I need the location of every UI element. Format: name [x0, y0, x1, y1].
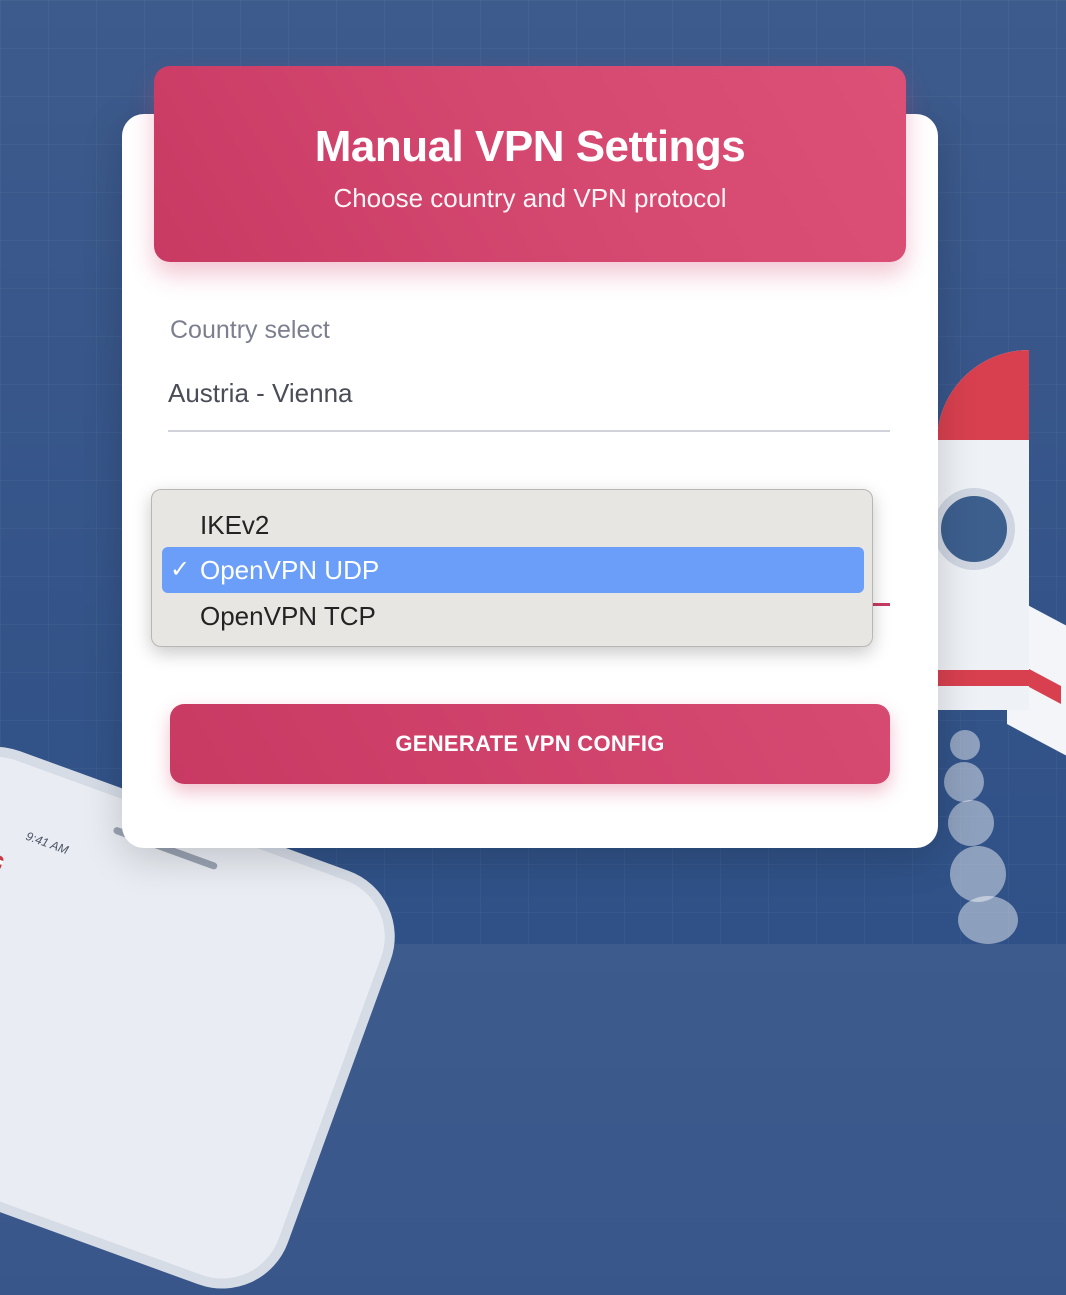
country-select-label: Country select [170, 316, 330, 344]
rocket-nose [937, 350, 1029, 440]
phone-time: 9:41 AM [23, 828, 71, 858]
smoke-puff [944, 762, 984, 802]
page-title: Manual VPN Settings [314, 122, 746, 171]
rocket-illustration [937, 350, 1066, 756]
checkmark-icon: ✓ [170, 556, 191, 583]
page-subtitle: Choose country and VPN protocol [333, 183, 727, 213]
option-label: OpenVPN TCP [200, 601, 376, 631]
us-flag-icon [0, 842, 5, 884]
country-select[interactable]: Austria - Vienna [168, 378, 353, 409]
smoke-puff [950, 846, 1006, 902]
protocol-option-openvpn-tcp[interactable]: OpenVPN TCP [162, 593, 864, 639]
rocket-body [937, 350, 1029, 710]
smoke-puff [948, 800, 994, 846]
protocol-dropdown: IKEv2 ✓ OpenVPN UDP OpenVPN TCP [151, 489, 873, 647]
protocol-option-ikev2[interactable]: IKEv2 [162, 502, 864, 548]
option-label: OpenVPN UDP [200, 555, 380, 585]
generate-vpn-config-button[interactable]: GENERATE VPN CONFIG [170, 704, 890, 784]
rocket-stripe [937, 670, 1029, 686]
option-label: IKEv2 [200, 510, 270, 540]
smoke-puff [958, 896, 1018, 944]
protocol-option-openvpn-udp[interactable]: ✓ OpenVPN UDP [162, 547, 864, 593]
country-select-underline [168, 430, 890, 432]
rocket-window [937, 488, 1015, 570]
smoke-puff [950, 730, 980, 760]
card-header: Manual VPN Settings Choose country and V… [154, 66, 906, 262]
